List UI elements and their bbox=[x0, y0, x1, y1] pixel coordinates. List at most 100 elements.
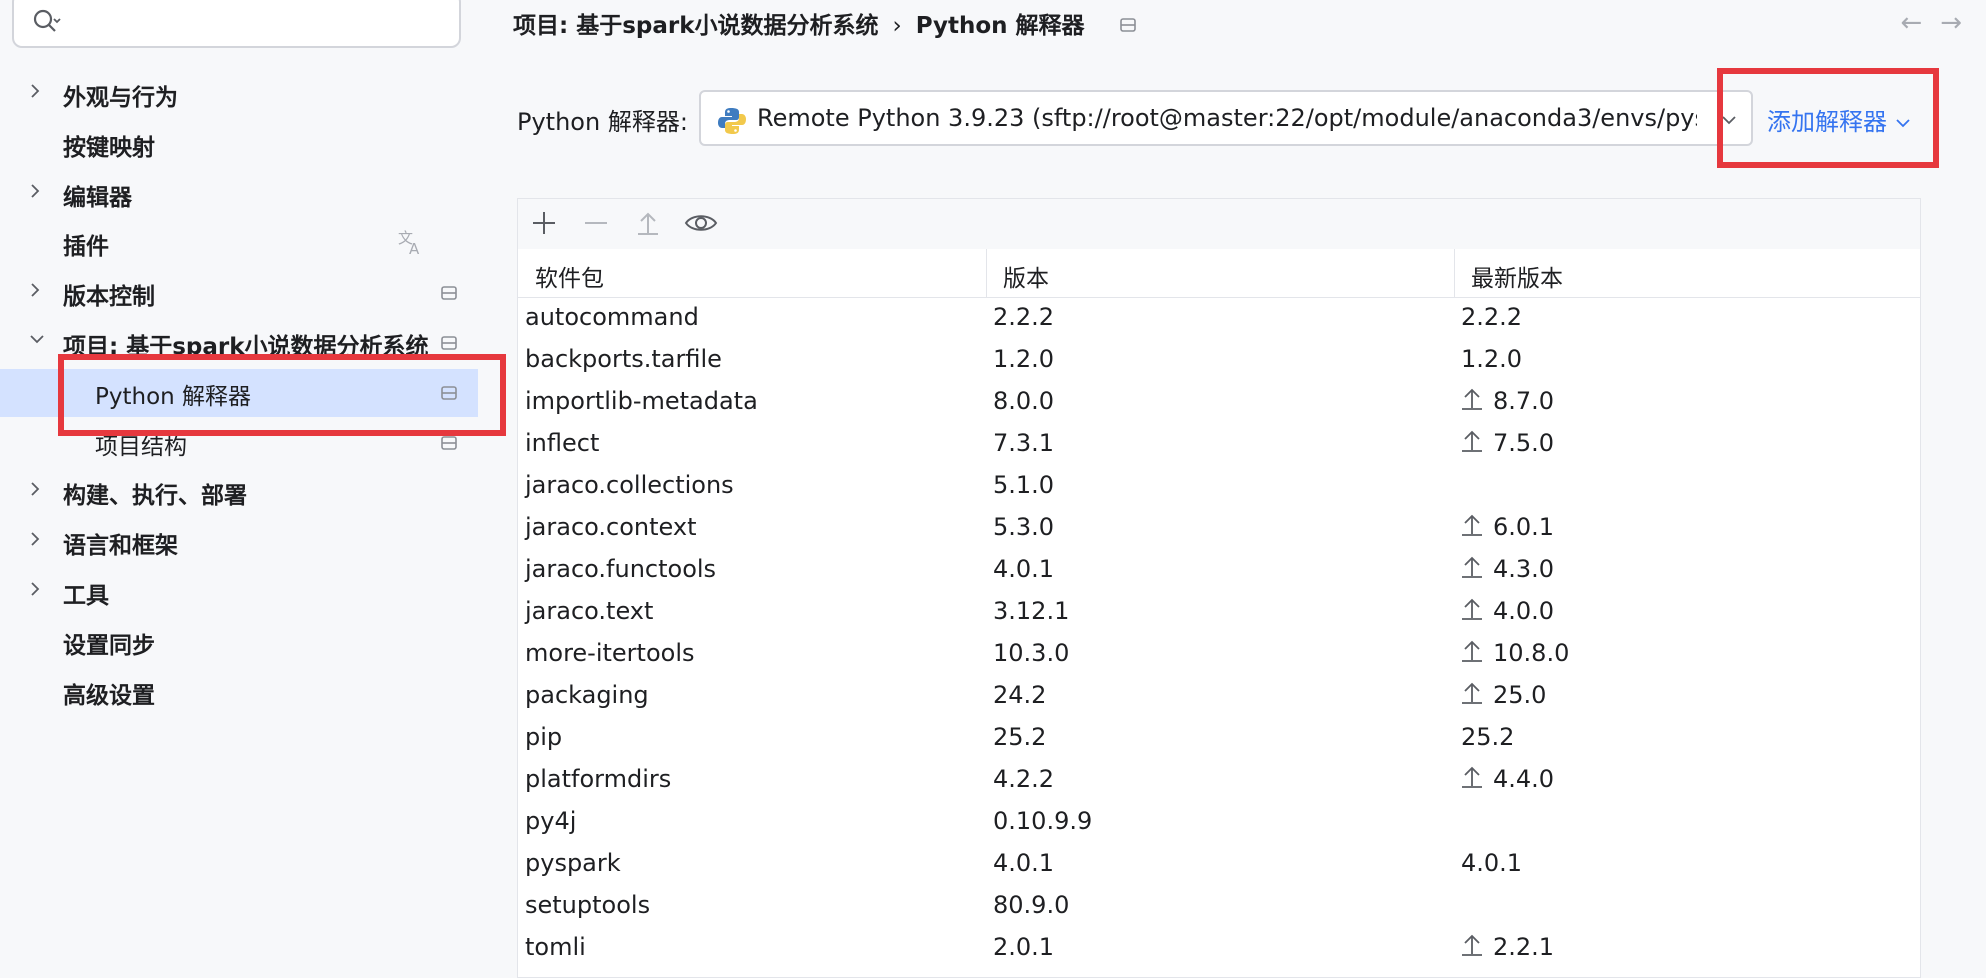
back-arrow-icon[interactable]: ← bbox=[1900, 8, 1922, 38]
eye-icon[interactable] bbox=[684, 209, 718, 241]
sidebar-item-1[interactable]: 按键映射 bbox=[0, 120, 495, 166]
highlight-box-sidebar bbox=[58, 354, 506, 436]
package-version: 5.3.0 bbox=[993, 513, 1055, 541]
package-latest-version: 4.0.1 bbox=[1461, 849, 1522, 877]
package-name: pip bbox=[525, 723, 563, 751]
table-row[interactable]: tomli 2.0.1 2.2.1 bbox=[518, 927, 1920, 969]
upgrade-arrow-icon bbox=[1461, 681, 1483, 711]
package-name: jaraco.functools bbox=[525, 555, 717, 583]
table-row[interactable]: importlib-metadata 8.0.0 8.7.0 bbox=[518, 381, 1920, 423]
table-row[interactable]: jaraco.functools 4.0.1 4.3.0 bbox=[518, 549, 1920, 591]
latest-version-text: 10.8.0 bbox=[1493, 639, 1570, 667]
package-latest-version: 4.3.0 bbox=[1461, 555, 1554, 585]
package-version: 3.12.1 bbox=[993, 597, 1070, 625]
package-version: 0.10.9.9 bbox=[993, 807, 1093, 835]
table-row[interactable]: inflect 7.3.1 7.5.0 bbox=[518, 423, 1920, 465]
chevron-right-icon[interactable] bbox=[28, 580, 42, 602]
sidebar-item-label: 版本控制 bbox=[63, 284, 155, 311]
sidebar-item-label: 按键映射 bbox=[63, 134, 155, 161]
upgrade-arrow-icon bbox=[1461, 597, 1483, 627]
package-name: tomli bbox=[525, 933, 586, 961]
package-version: 8.0.0 bbox=[993, 387, 1055, 415]
breadcrumb: 项目: 基于spark小说数据分析系统 › Python 解释器 bbox=[513, 6, 1137, 40]
forward-arrow-icon[interactable]: → bbox=[1940, 8, 1962, 38]
column-header-latest[interactable]: 最新版本 bbox=[1471, 259, 1563, 293]
sidebar-item-2[interactable]: 编辑器 bbox=[0, 170, 495, 216]
packages-table-header: 软件包 版本 最新版本 bbox=[518, 249, 1920, 298]
table-row[interactable]: py4j 0.10.9.9 bbox=[518, 801, 1920, 843]
column-header-version[interactable]: 版本 bbox=[1003, 259, 1049, 293]
upgrade-package-icon[interactable] bbox=[634, 209, 662, 241]
project-scope-icon bbox=[440, 334, 458, 356]
package-name: pyspark bbox=[525, 849, 621, 877]
breadcrumb-page: Python 解释器 bbox=[915, 13, 1085, 39]
package-version: 2.2.2 bbox=[993, 303, 1055, 331]
sidebar-item-label: 编辑器 bbox=[63, 184, 132, 211]
sidebar-item-9[interactable]: 语言和框架 bbox=[0, 518, 495, 564]
table-row[interactable]: backports.tarfile 1.2.0 1.2.0 bbox=[518, 339, 1920, 381]
chevron-down-icon[interactable] bbox=[28, 331, 46, 350]
table-row[interactable]: autocommand 2.2.2 2.2.2 bbox=[518, 297, 1920, 339]
chevron-right-icon[interactable] bbox=[28, 182, 42, 204]
package-version: 5.1.0 bbox=[993, 471, 1055, 499]
table-row[interactable]: more-itertools 10.3.0 10.8.0 bbox=[518, 633, 1920, 675]
settings-search-box[interactable] bbox=[12, 0, 461, 48]
package-latest-version: 2.2.1 bbox=[1461, 933, 1554, 963]
column-divider[interactable] bbox=[986, 249, 987, 297]
package-latest-version: 4.0.0 bbox=[1461, 597, 1554, 627]
table-row[interactable]: platformdirs 4.2.2 4.4.0 bbox=[518, 759, 1920, 801]
package-latest-version: 7.5.0 bbox=[1461, 429, 1554, 459]
latest-version-text: 2.2.1 bbox=[1493, 933, 1555, 961]
latest-version-text: 6.0.1 bbox=[1493, 513, 1555, 541]
package-name: importlib-metadata bbox=[525, 387, 758, 415]
table-row[interactable]: packaging 24.2 25.0 bbox=[518, 675, 1920, 717]
package-version: 4.0.1 bbox=[993, 849, 1055, 877]
package-version: 80.9.0 bbox=[993, 891, 1070, 919]
column-divider[interactable] bbox=[1454, 249, 1455, 297]
package-name: setuptools bbox=[525, 891, 651, 919]
sidebar-item-10[interactable]: 工具 bbox=[0, 568, 495, 614]
remove-package-icon[interactable] bbox=[582, 209, 610, 241]
interpreter-select[interactable]: Remote Python 3.9.23 (sftp://root@master… bbox=[699, 90, 1753, 146]
package-latest-version: 10.8.0 bbox=[1461, 639, 1569, 669]
sidebar-item-0[interactable]: 外观与行为 bbox=[0, 70, 495, 116]
latest-version-text: 4.4.0 bbox=[1493, 765, 1555, 793]
table-row[interactable]: pyspark 4.0.1 4.0.1 bbox=[518, 843, 1920, 885]
package-version: 1.2.0 bbox=[993, 345, 1055, 373]
sidebar-item-label: 插件 bbox=[63, 234, 109, 261]
package-latest-version: 2.2.2 bbox=[1461, 303, 1522, 331]
sidebar-item-4[interactable]: 版本控制 bbox=[0, 269, 495, 315]
add-package-icon[interactable] bbox=[530, 209, 558, 241]
sidebar-item-12[interactable]: 高级设置 bbox=[0, 668, 495, 714]
sidebar-item-11[interactable]: 设置同步 bbox=[0, 618, 495, 664]
chevron-right-icon[interactable] bbox=[28, 480, 42, 502]
project-scope-icon bbox=[440, 434, 458, 456]
chevron-right-icon[interactable] bbox=[28, 82, 42, 104]
package-name: platformdirs bbox=[525, 765, 672, 793]
table-row[interactable]: pip 25.2 25.2 bbox=[518, 717, 1920, 759]
sidebar-item-3[interactable]: 插件 文 A bbox=[0, 219, 495, 265]
chevron-right-icon[interactable] bbox=[28, 530, 42, 552]
latest-version-text: 7.5.0 bbox=[1493, 429, 1555, 457]
package-name: jaraco.text bbox=[525, 597, 654, 625]
settings-sidebar: 外观与行为 按键映射 编辑器 插件文 A 版本控制 项目: 基于spark小说数据分析系统 P… bbox=[0, 0, 506, 953]
package-name: jaraco.context bbox=[525, 513, 697, 541]
table-row[interactable]: jaraco.context 5.3.0 6.0.1 bbox=[518, 507, 1920, 549]
column-header-package[interactable]: 软件包 bbox=[535, 259, 604, 293]
chevron-right-icon[interactable] bbox=[28, 281, 42, 303]
sidebar-item-8[interactable]: 构建、执行、部署 bbox=[0, 468, 495, 514]
package-name: backports.tarfile bbox=[525, 345, 722, 373]
settings-search-input[interactable] bbox=[72, 4, 446, 36]
sidebar-item-label: 外观与行为 bbox=[63, 85, 178, 111]
package-name: autocommand bbox=[525, 303, 699, 331]
interpreter-label: Python 解释器: bbox=[517, 108, 688, 136]
latest-version-text: 8.7.0 bbox=[1493, 387, 1555, 415]
sidebar-item-label: 构建、执行、部署 bbox=[63, 483, 247, 510]
table-row[interactable]: setuptools 80.9.0 bbox=[518, 885, 1920, 927]
table-row[interactable]: jaraco.collections 5.1.0 bbox=[518, 465, 1920, 507]
latest-version-text: 2.2.2 bbox=[1461, 303, 1523, 331]
breadcrumb-project[interactable]: 项目: 基于spark小说数据分析系统 bbox=[513, 13, 879, 39]
latest-version-text: 25.0 bbox=[1493, 681, 1547, 709]
sidebar-item-label: 设置同步 bbox=[63, 632, 155, 659]
table-row[interactable]: jaraco.text 3.12.1 4.0.0 bbox=[518, 591, 1920, 633]
